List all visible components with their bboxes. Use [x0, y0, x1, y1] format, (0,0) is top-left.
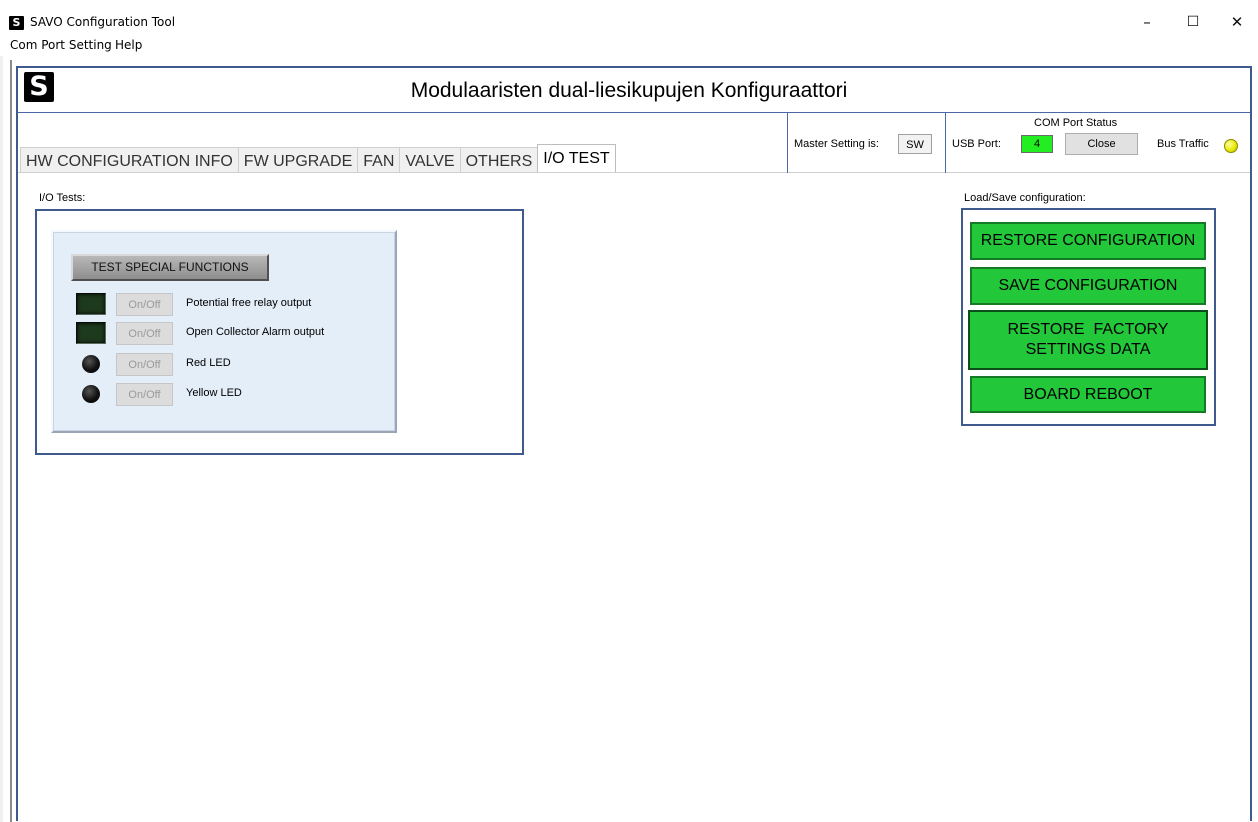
close-port-button[interactable]: Close	[1065, 133, 1138, 155]
window-left-edge	[0, 56, 3, 822]
red-led-toggle-button[interactable]: On/Off	[116, 353, 173, 376]
alarm-output-toggle-button[interactable]: On/Off	[116, 322, 173, 345]
restore-factory-label-line2: SETTINGS DATA	[1025, 341, 1151, 358]
board-reboot-label: BOARD REBOOT	[1023, 385, 1153, 403]
title-bar	[0, 0, 1258, 34]
save-configuration-button[interactable]: SAVE CONFIGURATION	[970, 267, 1206, 305]
window-left-border	[10, 60, 12, 822]
menu-com-port-setting[interactable]: Com Port Setting	[10, 38, 112, 52]
relay-output-label: Potential free relay output	[186, 297, 312, 309]
board-reboot-button[interactable]: BOARD REBOOT	[970, 376, 1206, 413]
master-setting-value: SW	[898, 134, 932, 154]
restore-configuration-label: RESTORE CONFIGURATION	[980, 232, 1196, 249]
tab-fan[interactable]: FAN	[357, 147, 401, 173]
usb-port-label: USB Port:	[952, 138, 1001, 150]
red-led-indicator-icon	[82, 355, 100, 373]
restore-factory-label-line1: RESTORE FACTORY	[1007, 321, 1169, 338]
window-title: SAVO Configuration Tool	[30, 15, 176, 29]
restore-factory-settings-button[interactable]: RESTORE FACTORY SETTINGS DATA	[968, 310, 1208, 370]
io-tests-label: I/O Tests:	[39, 192, 86, 204]
menu-help[interactable]: Help	[115, 38, 142, 52]
restore-configuration-button[interactable]: RESTORE CONFIGURATION	[970, 222, 1206, 260]
bus-traffic-led-icon	[1224, 139, 1238, 153]
page-title: Modulaaristen dual-liesikupujen Konfigur…	[410, 79, 848, 102]
alarm-output-indicator-icon	[76, 322, 106, 344]
tab-hw-configuration-info[interactable]: HW CONFIGURATION INFO	[20, 147, 239, 173]
save-configuration-label: SAVE CONFIGURATION	[998, 277, 1178, 294]
master-setting-label: Master Setting is:	[794, 138, 879, 150]
status-divider	[787, 113, 788, 173]
tab-fw-upgrade[interactable]: FW UPGRADE	[237, 147, 359, 173]
app-icon: S	[9, 16, 24, 30]
status-divider	[945, 113, 946, 173]
red-led-label: Red LED	[186, 357, 231, 369]
maximize-button[interactable]: ☐	[1180, 12, 1206, 32]
close-window-button[interactable]: ✕	[1224, 12, 1250, 32]
tab-strip: HW CONFIGURATION INFO FW UPGRADE FAN VAL…	[20, 144, 616, 173]
relay-output-indicator-icon	[76, 293, 106, 315]
com-port-status-title: COM Port Status	[1034, 117, 1118, 129]
header-divider	[18, 112, 1250, 113]
relay-output-toggle-button[interactable]: On/Off	[116, 293, 173, 316]
bus-traffic-label: Bus Traffic	[1157, 138, 1209, 150]
yellow-led-indicator-icon	[82, 385, 100, 403]
tab-others[interactable]: OTHERS	[459, 147, 539, 173]
test-special-functions-button[interactable]: TEST SPECIAL FUNCTIONS	[71, 254, 269, 281]
yellow-led-label: Yellow LED	[186, 387, 242, 399]
yellow-led-toggle-button[interactable]: On/Off	[116, 383, 173, 406]
menu-bar	[0, 36, 1258, 56]
alarm-output-label: Open Collector Alarm output	[186, 326, 325, 338]
minimize-button[interactable]: –	[1134, 12, 1160, 32]
tab-valve[interactable]: VALVE	[399, 147, 461, 173]
tab-underline	[18, 172, 1250, 173]
load-save-label: Load/Save configuration:	[964, 192, 1086, 204]
tab-io-test[interactable]: I/O TEST	[537, 144, 616, 173]
usb-port-value: 4	[1021, 135, 1053, 153]
